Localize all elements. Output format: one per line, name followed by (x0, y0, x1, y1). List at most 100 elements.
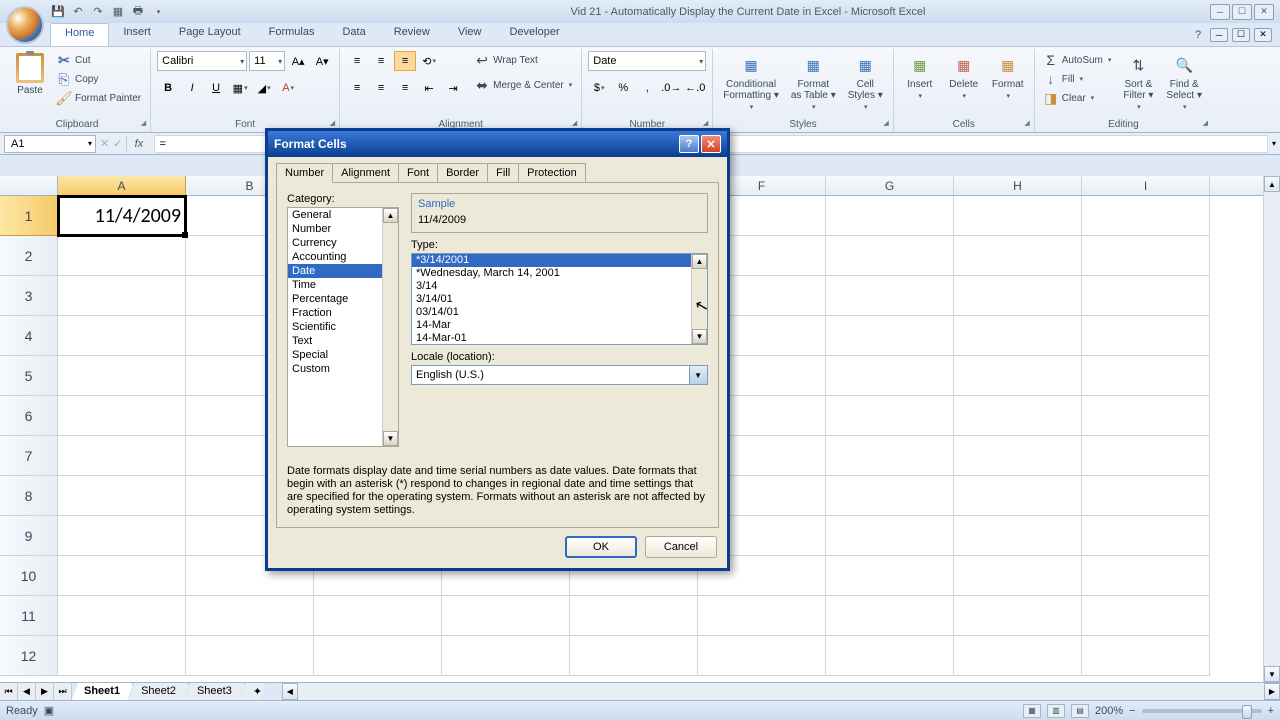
insert-cells-button[interactable]: ▦Insert (900, 51, 940, 102)
orientation-button[interactable]: ⟲ (418, 51, 440, 71)
cell[interactable] (698, 636, 826, 676)
cell[interactable] (826, 556, 954, 596)
tab-view[interactable]: View (444, 23, 496, 46)
cell[interactable] (954, 596, 1082, 636)
type-item[interactable]: 14-Mar (412, 319, 707, 332)
fx-button[interactable]: fx (126, 136, 150, 152)
align-bottom-button[interactable]: ≡ (394, 51, 416, 71)
cell[interactable] (954, 316, 1082, 356)
row-header-1[interactable]: 1 (0, 196, 58, 236)
cell[interactable] (58, 436, 186, 476)
macro-record-icon[interactable]: ▣ (44, 704, 54, 717)
cell[interactable] (58, 316, 186, 356)
tab-review[interactable]: Review (380, 23, 444, 46)
qat-customize-icon[interactable] (150, 4, 166, 20)
first-sheet-button[interactable]: ⏮ (0, 683, 18, 700)
print-preview-icon[interactable]: ▦ (110, 4, 126, 20)
row-header-9[interactable]: 9 (0, 516, 58, 556)
bold-button[interactable]: B (157, 78, 179, 98)
cell[interactable] (58, 276, 186, 316)
page-break-view-button[interactable]: ▤ (1071, 704, 1089, 718)
maximize-button[interactable]: ☐ (1232, 4, 1252, 20)
category-list[interactable]: GeneralNumberCurrencyAccountingDateTimeP… (287, 207, 399, 447)
ribbon-minimize-button[interactable]: ─ (1210, 28, 1228, 42)
cancel-button[interactable]: Cancel (645, 536, 717, 558)
cell[interactable] (826, 236, 954, 276)
dialog-tab-border[interactable]: Border (437, 163, 488, 182)
sheet-tab-2[interactable]: Sheet2 (129, 683, 189, 700)
find-select-button[interactable]: 🔍Find &Select ▾ (1162, 51, 1206, 113)
dialog-tab-number[interactable]: Number (276, 163, 333, 183)
type-item[interactable]: 3/14 (412, 280, 707, 293)
clear-button[interactable]: ◨Clear (1041, 89, 1115, 107)
type-item[interactable]: *Wednesday, March 14, 2001 (412, 267, 707, 280)
cell[interactable] (826, 196, 954, 236)
cell[interactable] (1082, 356, 1210, 396)
wrap-text-button[interactable]: ↩Wrap Text (472, 51, 575, 69)
increase-decimal-button[interactable]: .0→ (660, 78, 682, 98)
cell[interactable] (1082, 636, 1210, 676)
cell[interactable] (58, 516, 186, 556)
cell[interactable] (1082, 596, 1210, 636)
expand-formula-bar-icon[interactable]: ▾ (1272, 139, 1276, 148)
align-right-button[interactable]: ≡ (394, 78, 416, 98)
redo-icon[interactable]: ↷ (90, 4, 106, 20)
increase-indent-button[interactable]: ⇥ (442, 78, 464, 98)
format-table-button[interactable]: ▦Formatas Table ▾ (787, 51, 840, 113)
cell[interactable] (954, 356, 1082, 396)
cell[interactable] (954, 276, 1082, 316)
tab-page-layout[interactable]: Page Layout (165, 23, 255, 46)
quick-print-icon[interactable]: 🖶 (130, 4, 146, 20)
dialog-help-button[interactable]: ? (679, 135, 699, 153)
dialog-title-bar[interactable]: Format Cells ? ✕ (268, 131, 727, 157)
sheet-tab-3[interactable]: Sheet3 (185, 683, 245, 700)
format-cells-button[interactable]: ▦Format (988, 51, 1028, 102)
select-all-corner[interactable] (0, 176, 58, 195)
tab-data[interactable]: Data (328, 23, 379, 46)
cell[interactable] (954, 236, 1082, 276)
cell[interactable] (58, 476, 186, 516)
type-scroll-up-icon[interactable]: ▲ (692, 254, 707, 269)
locale-combo[interactable]: English (U.S.) ▼ (411, 365, 708, 385)
row-header-7[interactable]: 7 (0, 436, 58, 476)
cell[interactable] (954, 476, 1082, 516)
dialog-tab-alignment[interactable]: Alignment (332, 163, 399, 182)
cell[interactable] (58, 236, 186, 276)
type-list[interactable]: *3/14/2001*Wednesday, March 14, 20013/14… (411, 253, 708, 345)
category-scroll-up-icon[interactable]: ▲ (383, 208, 398, 223)
cell[interactable] (58, 556, 186, 596)
tab-developer[interactable]: Developer (495, 23, 573, 46)
copy-button[interactable]: ⎘Copy (54, 70, 144, 88)
vertical-scrollbar[interactable]: ▲ ▼ (1263, 176, 1280, 682)
cell[interactable] (826, 436, 954, 476)
cell[interactable] (826, 396, 954, 436)
cancel-formula-icon[interactable]: ✕ (100, 137, 109, 150)
enter-formula-icon[interactable]: ✓ (113, 137, 122, 150)
ok-button[interactable]: OK (565, 536, 637, 558)
ribbon-restore-button[interactable]: ☐ (1232, 28, 1250, 42)
zoom-in-button[interactable]: + (1268, 705, 1274, 717)
cell[interactable] (954, 396, 1082, 436)
cell[interactable] (1082, 236, 1210, 276)
autosum-button[interactable]: ΣAutoSum (1041, 51, 1115, 69)
dialog-tab-fill[interactable]: Fill (487, 163, 519, 182)
column-header-i[interactable]: I (1082, 176, 1210, 195)
number-format-combo[interactable]: Date (588, 51, 706, 71)
font-name-combo[interactable]: Calibri (157, 51, 247, 71)
cell[interactable] (570, 636, 698, 676)
cell[interactable] (1082, 196, 1210, 236)
cell[interactable] (954, 556, 1082, 596)
prev-sheet-button[interactable]: ◀ (18, 683, 36, 700)
last-sheet-button[interactable]: ⏭ (54, 683, 72, 700)
column-header-a[interactable]: A (58, 176, 186, 195)
cell[interactable] (186, 596, 314, 636)
cell[interactable] (1082, 556, 1210, 596)
dialog-tab-font[interactable]: Font (398, 163, 438, 182)
tab-home[interactable]: Home (50, 23, 109, 46)
cell[interactable] (698, 596, 826, 636)
dialog-close-button[interactable]: ✕ (701, 135, 721, 153)
type-item[interactable]: 03/14/01 (412, 306, 707, 319)
cell[interactable] (442, 636, 570, 676)
fill-button[interactable]: ↓Fill (1041, 70, 1115, 88)
zoom-slider[interactable] (1142, 709, 1262, 713)
